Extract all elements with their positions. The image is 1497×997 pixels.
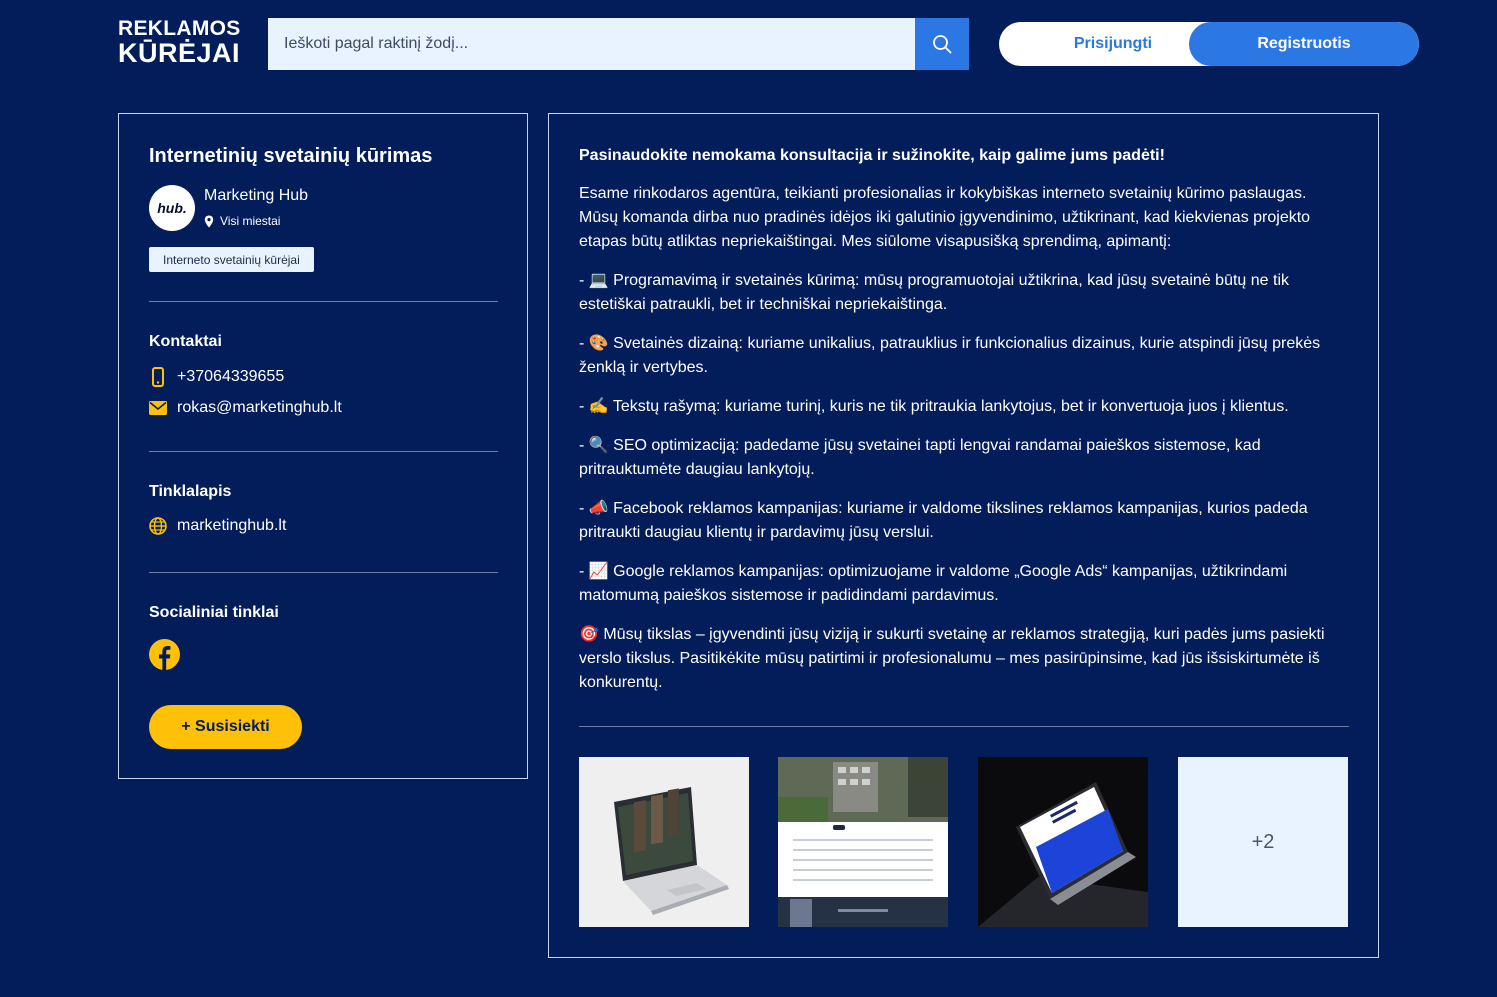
site-header: REKLAMOS KŪRĖJAI Prisijungti Registruoti… (0, 0, 1497, 90)
service-item: - 💻 Programavimą ir svetainės kūrimą: mū… (579, 272, 1289, 313)
contacts-heading: Kontaktai (149, 333, 222, 350)
search-button[interactable] (915, 18, 969, 70)
description-card: Pasinaudokite nemokama konsultacija ir s… (548, 113, 1379, 958)
globe-icon (149, 517, 167, 535)
email-address: rokas@marketinghub.lt (177, 399, 342, 416)
auth-toggle: Prisijungti Registruotis (999, 22, 1419, 66)
service-title: Internetinių svetainių kūrimas (149, 145, 433, 167)
logo-line-1: REKLAMOS (118, 17, 241, 40)
divider (149, 451, 498, 452)
divider (149, 572, 498, 573)
phone-row[interactable]: +37064339655 (149, 367, 284, 387)
description-intro: Esame rinkodaros agentūra, teikianti pro… (579, 185, 1311, 250)
email-row[interactable]: rokas@marketinghub.lt (149, 399, 342, 417)
service-item: - 📣 Facebook reklamos kampanijas: kuriam… (579, 500, 1308, 541)
search-icon (933, 35, 952, 54)
phone-icon (152, 367, 164, 387)
company-name[interactable]: Marketing Hub (204, 187, 308, 205)
logo-line-2: KŪRĖJAI (118, 38, 241, 68)
laptop-image (579, 757, 749, 927)
gallery-more-button[interactable]: +2 (1178, 757, 1348, 927)
service-item: - 🎨 Svetainės dizainą: kuriame unikalius… (579, 335, 1321, 376)
website-link: marketinghub.lt (177, 517, 287, 534)
divider (149, 301, 498, 302)
divider (579, 726, 1349, 727)
description-lead: Pasinaudokite nemokama konsultacija ir s… (579, 147, 1165, 164)
service-item: - 📈 Google reklamos kampanijas: optimizu… (579, 563, 1288, 604)
site-logo[interactable]: REKLAMOS KŪRĖJAI (118, 18, 240, 67)
gallery-thumbnail-laptop[interactable] (579, 757, 749, 927)
description-text: Pasinaudokite nemokama konsultacija ir s… (579, 144, 1349, 710)
gallery-thumbnail-laptop-blue[interactable] (978, 757, 1148, 927)
description-outro: 🎯 Mūsų tikslas – įgyvendinti jūsų viziją… (579, 626, 1325, 691)
facebook-icon[interactable] (149, 639, 180, 670)
service-item: - ✍️ Tekstų rašymą: kuriame turinį, kuri… (579, 398, 1289, 415)
company-location: Visi miestai (204, 214, 280, 228)
website-screenshot-image (778, 757, 948, 927)
laptop-blue-screen-image (978, 757, 1148, 927)
profile-card: Internetinių svetainių kūrimas hub. Mark… (118, 113, 528, 779)
social-heading: Socialiniai tinklai (149, 604, 279, 621)
contact-button[interactable]: + Susisiekti (149, 705, 302, 749)
search-input[interactable] (268, 18, 915, 70)
company-avatar: hub. (149, 185, 195, 231)
gallery-thumbnail-website[interactable] (778, 757, 948, 927)
website-heading: Tinklalapis (149, 483, 232, 500)
location-pin-icon (204, 215, 214, 227)
register-button[interactable]: Registruotis (1189, 22, 1419, 66)
service-item: - 🔍 SEO optimizaciją: padedame jūsų svet… (579, 437, 1261, 478)
search-bar (268, 18, 969, 70)
website-row[interactable]: marketinghub.lt (149, 517, 286, 535)
category-tag[interactable]: Interneto svetainių kūrėjai (149, 247, 314, 272)
envelope-icon (149, 401, 167, 415)
phone-number: +37064339655 (177, 368, 285, 385)
location-text: Visi miestai (220, 214, 281, 228)
